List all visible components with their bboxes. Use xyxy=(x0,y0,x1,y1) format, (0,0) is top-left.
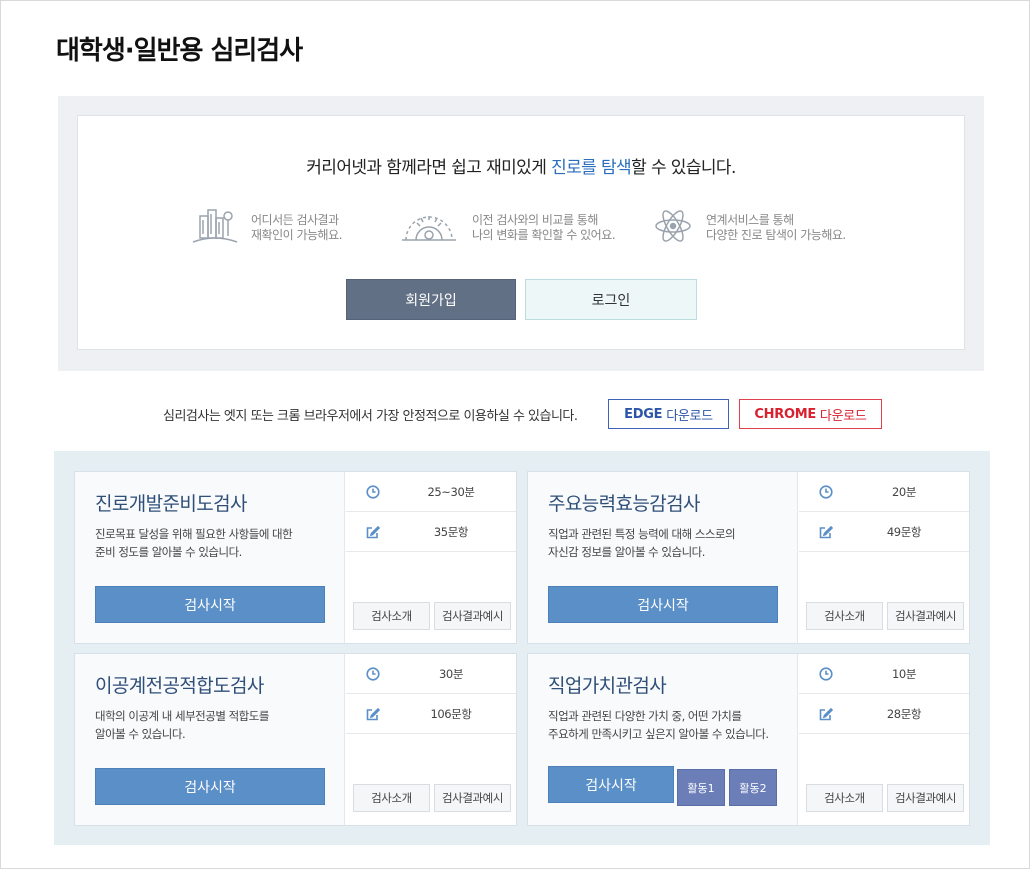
feature-3-line1: 연계서비스를 통해 xyxy=(706,213,794,227)
city-search-icon xyxy=(191,206,239,250)
browser-note: 심리검사는 엣지 또는 크롬 브라우저에서 가장 안정적으로 이용하실 수 있습… xyxy=(163,409,578,424)
test-intro-button[interactable]: 검사소개 xyxy=(353,602,430,630)
test-time: 10분 xyxy=(891,667,916,681)
test-time-row: 10분 xyxy=(799,654,969,694)
edge-download-button[interactable]: EDGE 다운로드 xyxy=(608,399,729,429)
headline-highlight: 진로를 탐색 xyxy=(551,158,632,178)
feature-linked-service: 연계서비스를 통해 다양한 진로 탐색이 가능해요. xyxy=(652,208,846,248)
start-test-button[interactable]: 검사시작 xyxy=(548,766,674,803)
test-time: 25~30분 xyxy=(427,485,475,499)
feature-result-recheck: 어디서든 검사결과 재확인이 가능해요. xyxy=(191,208,342,248)
test-item-count: 106문항 xyxy=(430,707,472,721)
edge-download-label: 다운로드 xyxy=(666,408,713,424)
start-test-button[interactable]: 검사시작 xyxy=(548,586,778,623)
start-test-button[interactable]: 검사시작 xyxy=(95,586,325,623)
test-time-row: 30분 xyxy=(346,654,516,694)
chrome-download-label: 다운로드 xyxy=(819,408,867,424)
headline-text-before: 커리어넷과 함께라면 쉽고 재미있게 xyxy=(306,158,552,178)
test-card: 진로개발준비도검사 진로목표 달성을 위해 필요한 사항들에 대한준비 정도를 … xyxy=(74,471,517,644)
test-time-row: 20분 xyxy=(799,472,969,512)
test-card-meta: 30분 106문항 검사소개 검사결과예시 xyxy=(346,654,516,825)
test-intro-button[interactable]: 검사소개 xyxy=(806,602,883,630)
test-intro-button[interactable]: 검사소개 xyxy=(806,784,883,812)
test-card-info: 직업가치관검사 직업과 관련된 다양한 가치 중, 어떤 가치를주요하게 만족시… xyxy=(528,654,798,825)
chrome-download-button[interactable]: CHROME 다운로드 xyxy=(739,399,882,429)
test-desc-line1: 대학의 이공계 내 세부전공별 적합도를 xyxy=(95,709,269,723)
test-card-info: 주요능력효능감검사 직업과 관련된 특정 능력에 대해 스스로의자신감 정보를 … xyxy=(528,472,798,643)
test-description: 대학의 이공계 내 세부전공별 적합도를알아볼 수 있습니다. xyxy=(95,707,340,743)
test-desc-line2: 준비 정도를 알아볼 수 있습니다. xyxy=(95,545,242,559)
clock-icon xyxy=(366,667,380,681)
test-item-count: 28문항 xyxy=(886,707,922,721)
page-title: 대학생·일반용 심리검사 xyxy=(56,36,303,66)
test-card-info: 진로개발준비도검사 진로목표 달성을 위해 필요한 사항들에 대한준비 정도를 … xyxy=(75,472,345,643)
feature-1-line1: 어디서든 검사결과 xyxy=(251,213,339,227)
login-headline: 커리어넷과 함께라면 쉽고 재미있게 진로를 탐색할 수 있습니다. xyxy=(78,153,964,178)
test-items-row: 106문항 xyxy=(346,694,516,734)
test-time: 20분 xyxy=(891,485,916,499)
test-card: 주요능력효능감검사 직업과 관련된 특정 능력에 대해 스스로의자신감 정보를 … xyxy=(527,471,970,644)
edit-icon xyxy=(366,525,380,539)
edit-icon xyxy=(366,707,380,721)
edge-label: EDGE xyxy=(624,406,663,422)
feature-3-line2: 다양한 진로 탐색이 가능해요. xyxy=(706,228,846,242)
test-title: 직업가치관검사 xyxy=(548,675,667,697)
activity-1-button[interactable]: 활동1 xyxy=(677,769,725,806)
test-card: 이공계전공적합도검사 대학의 이공계 내 세부전공별 적합도를알아볼 수 있습니… xyxy=(74,653,517,826)
test-title: 주요능력효능감검사 xyxy=(548,493,701,515)
login-button[interactable]: 로그인 xyxy=(525,279,697,320)
test-desc-line1: 진로목표 달성을 위해 필요한 사항들에 대한 xyxy=(95,527,293,541)
activity-2-button[interactable]: 활동2 xyxy=(729,769,777,806)
test-items-row: 28문항 xyxy=(799,694,969,734)
edit-icon xyxy=(819,707,833,721)
headline-text-after: 할 수 있습니다. xyxy=(631,158,736,178)
edit-icon xyxy=(819,525,833,539)
result-example-button[interactable]: 검사결과예시 xyxy=(434,602,511,630)
test-desc-line2: 주요하게 만족시키고 싶은지 알아볼 수 있습니다. xyxy=(548,727,769,741)
test-card-meta: 10분 28문항 검사소개 검사결과예시 xyxy=(799,654,969,825)
test-item-count: 49문항 xyxy=(886,525,922,539)
result-example-button[interactable]: 검사결과예시 xyxy=(887,602,964,630)
start-test-button[interactable]: 검사시작 xyxy=(95,768,325,805)
test-desc-line2: 자신감 정보를 알아볼 수 있습니다. xyxy=(548,545,705,559)
feature-2-line2: 나의 변화를 확인할 수 있어요. xyxy=(472,228,616,242)
test-card-meta: 20분 49문항 검사소개 검사결과예시 xyxy=(799,472,969,643)
feature-compare: 이전 검사와의 비교를 통해 나의 변화를 확인할 수 있어요. xyxy=(398,206,616,250)
tests-panel: 진로개발준비도검사 진로목표 달성을 위해 필요한 사항들에 대한준비 정도를 … xyxy=(54,451,990,845)
test-desc-line1: 직업과 관련된 다양한 가치 중, 어떤 가치를 xyxy=(548,709,742,723)
test-title: 진로개발준비도검사 xyxy=(95,493,248,515)
test-desc-line1: 직업과 관련된 특정 능력에 대해 스스로의 xyxy=(548,527,736,541)
test-item-count: 35문항 xyxy=(433,525,469,539)
clock-icon xyxy=(819,485,833,499)
test-card: 직업가치관검사 직업과 관련된 다양한 가치 중, 어떤 가치를주요하게 만족시… xyxy=(527,653,970,826)
test-time: 30분 xyxy=(438,667,463,681)
test-title: 이공계전공적합도검사 xyxy=(95,675,264,697)
test-card-info: 이공계전공적합도검사 대학의 이공계 내 세부전공별 적합도를알아볼 수 있습니… xyxy=(75,654,345,825)
test-items-row: 35문항 xyxy=(346,512,516,552)
test-description: 직업과 관련된 다양한 가치 중, 어떤 가치를주요하게 만족시키고 싶은지 알… xyxy=(548,707,793,743)
login-panel: 커리어넷과 함께라면 쉽고 재미있게 진로를 탐색할 수 있습니다. 어디서든 … xyxy=(58,96,984,371)
login-box: 커리어넷과 함께라면 쉽고 재미있게 진로를 탐색할 수 있습니다. 어디서든 … xyxy=(77,115,965,350)
test-items-row: 49문항 xyxy=(799,512,969,552)
feature-1-line2: 재확인이 가능해요. xyxy=(251,228,342,242)
test-desc-line2: 알아볼 수 있습니다. xyxy=(95,727,186,741)
result-example-button[interactable]: 검사결과예시 xyxy=(887,784,964,812)
feature-2-line1: 이전 검사와의 비교를 통해 xyxy=(472,213,598,227)
join-button[interactable]: 회원가입 xyxy=(346,279,516,320)
chrome-label: CHROME xyxy=(754,406,816,422)
test-description: 진로목표 달성을 위해 필요한 사항들에 대한준비 정도를 알아볼 수 있습니다… xyxy=(95,525,340,561)
clock-icon xyxy=(366,485,380,499)
test-intro-button[interactable]: 검사소개 xyxy=(353,784,430,812)
test-card-meta: 25~30분 35문항 검사소개 검사결과예시 xyxy=(346,472,516,643)
test-time-row: 25~30분 xyxy=(346,472,516,512)
gear-compare-icon xyxy=(398,206,460,250)
test-description: 직업과 관련된 특정 능력에 대해 스스로의자신감 정보를 알아볼 수 있습니다… xyxy=(548,525,793,561)
result-example-button[interactable]: 검사결과예시 xyxy=(434,784,511,812)
atom-icon xyxy=(652,206,694,250)
clock-icon xyxy=(819,667,833,681)
